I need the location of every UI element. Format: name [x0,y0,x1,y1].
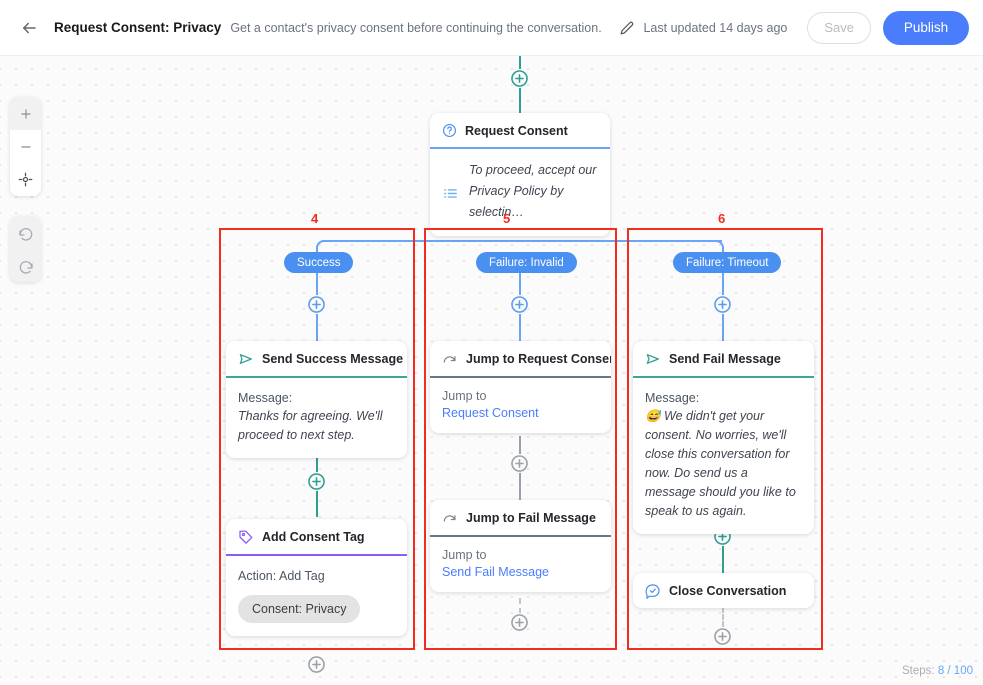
chat-check-icon [645,583,661,599]
node-title: Close Conversation [669,584,786,598]
steps-label: Steps: [902,665,935,677]
node-body: Jump to Send Fail Message [430,537,611,592]
app-header: Request Consent: Privacy Get a contact's… [0,0,983,56]
connector-branch-bus [322,240,722,242]
jump-icon [442,351,458,367]
node-send-success-message[interactable]: Send Success Message Message: Thanks for… [226,341,407,458]
redo-icon [18,258,34,274]
node-header: Jump to Fail Message [430,500,611,537]
send-icon [645,351,661,367]
node-body: Action: Add Tag Consent: Privacy [226,556,407,636]
node-header: Jump to Request Consent [430,341,611,378]
annotation-number-4: 4 [311,211,318,226]
save-button[interactable]: Save [807,12,871,44]
node-close-conversation[interactable]: Close Conversation [633,573,814,608]
branch-pill-success[interactable]: Success [284,252,353,273]
jump-label: Jump to [442,548,599,562]
zoom-out-button[interactable] [10,130,41,163]
add-step-after-jump-button[interactable] [510,454,529,473]
undo-icon [18,225,34,241]
tag-value-pill: Consent: Privacy [238,595,360,623]
back-button[interactable] [12,11,46,45]
node-jump-to-request-consent[interactable]: Jump to Request Consent Jump to Request … [430,341,611,433]
node-title: Send Fail Message [669,352,781,366]
jump-target-link[interactable]: Request Consent [442,406,599,420]
tag-icon [238,529,254,545]
node-header: Add Consent Tag [226,519,407,556]
jump-icon [442,510,458,526]
connector-c3-end [722,607,724,627]
page-subtitle: Get a contact's privacy consent before c… [230,21,601,35]
message-text: 😅 We didn't get your consent. No worries… [645,407,802,521]
action-label: Action: Add Tag [238,567,395,585]
node-add-consent-tag[interactable]: Add Consent Tag Action: Add Tag Consent:… [226,519,407,636]
node-title: Send Success Message [262,352,403,366]
annotation-number-6: 6 [718,211,725,226]
add-step-invalid-button[interactable] [510,295,529,314]
add-step-top-button[interactable] [510,69,529,88]
node-body: Message: Thanks for agreeing. We'll proc… [226,378,407,458]
jump-target-link[interactable]: Send Fail Message [442,565,599,579]
undo-button[interactable] [10,216,41,249]
node-header: Send Fail Message [633,341,814,378]
history-toolbar [10,216,41,282]
connector-corner-left [316,240,324,248]
crosshair-icon [18,172,33,187]
add-step-success-button[interactable] [307,295,326,314]
page-title: Request Consent: Privacy [54,20,221,35]
message-text: Thanks for agreeing. We'll proceed to ne… [238,407,395,445]
connector-corner-right [716,240,724,248]
node-header: Request Consent [430,113,610,149]
steps-value: 8 / 100 [938,665,973,677]
flow-builder-app: Request Consent: Privacy Get a contact's… [0,0,983,685]
add-step-timeout-end-button[interactable] [713,627,732,646]
pencil-icon [620,21,634,35]
zoom-toolbar [10,97,41,196]
node-body: To proceed, accept our Privacy Policy by… [430,149,610,236]
message-label: Message: [238,389,395,407]
message-label: Message: [645,389,802,407]
node-body-text: To proceed, accept our Privacy Policy by… [469,160,598,223]
edit-title-button[interactable] [614,15,640,41]
branch-pill-failure-timeout[interactable]: Failure: Timeout [673,252,781,273]
add-step-timeout-button[interactable] [713,295,732,314]
branch-pill-failure-invalid[interactable]: Failure: Invalid [476,252,577,273]
connector-c2-end [519,598,521,614]
recenter-button[interactable] [10,163,41,196]
send-icon [238,351,254,367]
add-step-after-success-msg-button[interactable] [307,472,326,491]
last-updated-text: Last updated 14 days ago [643,21,787,35]
plus-icon [19,107,33,121]
flow-canvas[interactable]: Request Consent To proceed, accept our P… [0,56,983,685]
node-body: Message: 😅 We didn't get your consent. N… [633,378,814,534]
node-title: Add Consent Tag [262,530,365,544]
node-header: Send Success Message [226,341,407,378]
node-send-fail-message[interactable]: Send Fail Message Message: 😅 We didn't g… [633,341,814,534]
steps-counter: Steps: 8 / 100 [902,665,973,677]
redo-button[interactable] [10,249,41,282]
add-step-invalid-end-button[interactable] [510,613,529,632]
node-title: Jump to Request Consent [466,352,611,366]
node-header: Close Conversation [633,573,814,608]
node-jump-to-fail-message[interactable]: Jump to Fail Message Jump to Send Fail M… [430,500,611,592]
jump-label: Jump to [442,389,599,403]
node-title: Jump to Fail Message [466,511,596,525]
node-request-consent[interactable]: Request Consent To proceed, accept our P… [430,113,610,236]
list-icon [442,160,459,223]
arrow-left-icon [20,19,38,37]
publish-button[interactable]: Publish [883,11,969,45]
node-title: Request Consent [465,124,568,138]
add-step-success-end-button[interactable] [307,655,326,674]
question-circle-icon [442,123,457,138]
node-body: Jump to Request Consent [430,378,611,433]
minus-icon [19,140,33,154]
zoom-in-button[interactable] [10,97,41,130]
